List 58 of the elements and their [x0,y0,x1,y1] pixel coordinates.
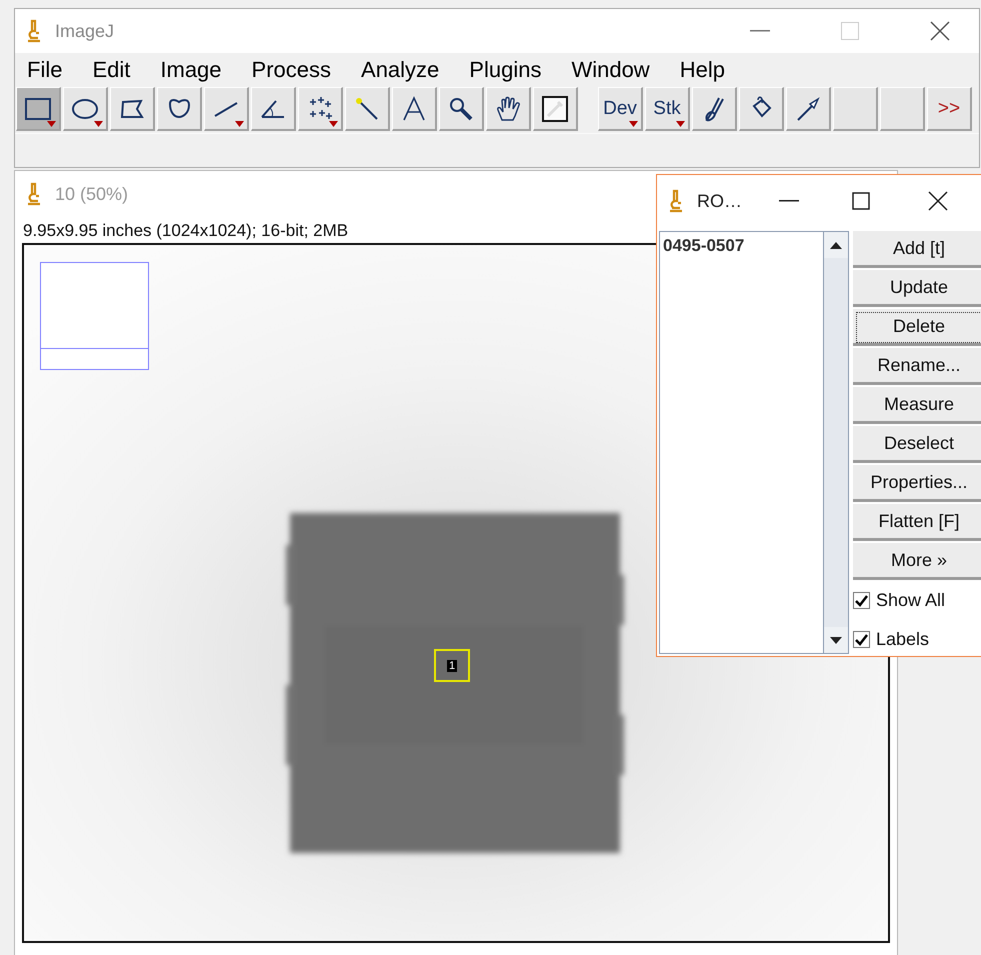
roi-manager-button[interactable]: More » [853,543,981,580]
menu-item[interactable]: Edit [82,57,140,83]
dropdown-triangle-icon [47,121,56,127]
menu-item[interactable]: Window [561,57,660,83]
window-title: RO… [697,190,742,212]
close-icon[interactable] [928,191,948,211]
image-info-text: 9.95x9.95 inches (1024x1024); 16-bit; 2MB [22,220,350,242]
dropdown-triangle-icon [94,121,103,127]
dropdown-triangle-icon [235,121,244,127]
checkbox[interactable] [853,592,870,609]
window-title: ImageJ [55,20,114,42]
tool-button[interactable] [298,87,343,131]
tool-button[interactable] [204,87,249,131]
menu-item[interactable]: Plugins [459,57,552,83]
roi-manager-button[interactable]: Deselect [853,426,981,463]
tool-button[interactable] [439,87,484,131]
dropper-tool-icon [540,94,570,124]
menu-item[interactable]: Process [242,57,342,83]
scroll-up-icon[interactable] [830,242,842,248]
microscope-icon [25,19,43,43]
roi-manager-button[interactable]: Properties... [853,465,981,502]
minimize-icon[interactable] [779,200,799,202]
tool-button[interactable]: Stk [645,87,690,131]
roi-manager-button[interactable]: Update [853,270,981,307]
menu-item[interactable]: Analyze [351,57,450,83]
roi-manager-button[interactable]: Delete [853,309,981,346]
tool-button[interactable]: Dev [598,87,643,131]
tool-button[interactable] [392,87,437,131]
dropdown-triangle-icon [629,121,638,127]
window-title: 10 (50%) [55,184,128,204]
roi-manager-button[interactable]: Rename... [853,348,981,385]
tool-button[interactable] [739,87,784,131]
roi-manager-button[interactable]: Flatten [F] [853,504,981,541]
tool-button[interactable] [157,87,202,131]
menu-item[interactable]: Help [670,57,735,83]
microscope-icon [667,189,685,213]
maximize-icon[interactable] [852,192,870,210]
tool-button[interactable] [110,87,155,131]
tool-button[interactable] [692,87,737,131]
roi-outline[interactable]: 1 [434,649,470,682]
tool-button[interactable] [533,87,578,131]
dropdown-triangle-icon [329,121,338,127]
tool-button[interactable] [786,87,831,131]
dropdown-triangle-icon [676,121,685,127]
checkbox[interactable] [853,631,870,648]
tool-button[interactable]: >> [927,87,972,131]
scroll-down-icon[interactable] [830,636,842,644]
tool-button[interactable] [63,87,108,131]
roi-manager-button[interactable]: Add [t] [853,231,981,268]
roi-manager-button[interactable]: Measure [853,387,981,424]
microscope-icon [25,182,43,206]
scrollbar[interactable] [823,231,849,654]
tool-button[interactable] [16,87,61,131]
close-icon[interactable] [930,21,950,41]
tool-button[interactable] [486,87,531,131]
tool-button[interactable] [251,87,296,131]
menu-item[interactable]: Image [150,57,232,83]
menu-item[interactable]: File [17,57,72,83]
